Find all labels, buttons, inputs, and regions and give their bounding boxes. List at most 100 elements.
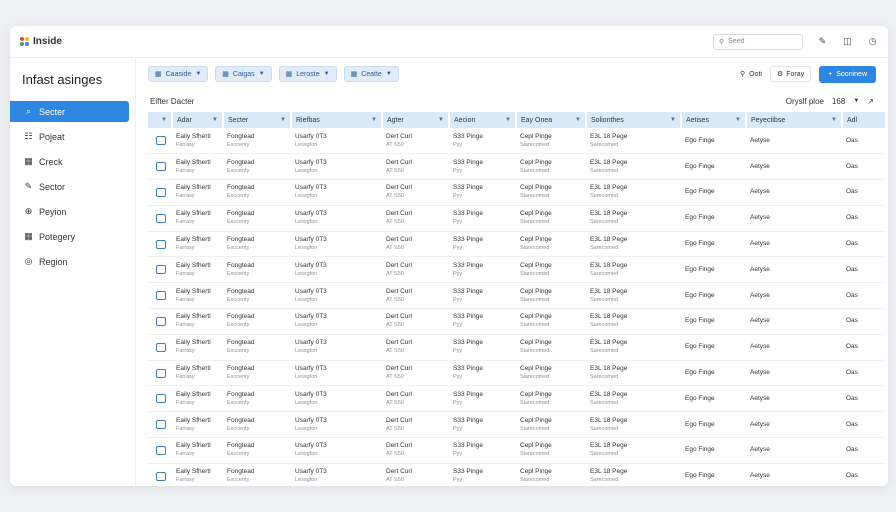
table-cell: Ego Finge [681,463,746,486]
column-header[interactable]: Adar ▼ [172,112,224,128]
row-checkbox[interactable] [156,471,166,481]
cell-value: Usarfy 0T3 [295,442,327,450]
cell-value: Usarfy 0T3 [295,313,327,321]
column-header[interactable]: Adl [842,112,887,128]
primary-button[interactable]: + Sooninew [819,65,876,83]
cell-subvalue: Lessgfon [295,167,318,174]
cell-subvalue: Sarecomed [590,451,619,458]
row-checkbox[interactable] [156,265,166,275]
table-cell: Usarfy 0T3 Lessgfon [291,411,382,439]
column-header[interactable]: Eay Onea ▼ [516,112,587,128]
sidebar-item-label: Pojeat [39,131,65,142]
filter-button-2[interactable]: ▦ Caigas ▼ [215,66,272,82]
display-option[interactable]: Oryslf ploe [786,97,824,106]
table-row[interactable]: Eaily Sfhertl Farrasy Fongtead Exccenty Usar… [148,153,886,181]
sidebar-item-peyion[interactable]: ⊕ Peyion [10,201,135,222]
chevron-down-icon[interactable]: ▼ [853,98,859,104]
gear-icon: ⚙ [776,71,784,78]
table-cell: S33 Pinge Pyy [449,205,516,232]
table-row[interactable]: Eaily Sfhertl Farrasy Fongtead Exccenty Usar… [148,463,886,486]
expand-icon[interactable]: ↗ [867,97,874,106]
table-row[interactable]: Eaily Sfhertl Farrasy Fongtead Exccenty Usar… [148,282,886,310]
row-checkbox[interactable] [156,187,166,197]
row-checkbox[interactable] [156,445,166,455]
filter-search-label: Ooti [749,70,762,78]
table-row[interactable]: Eaily Sfhertl Farrasy Fongtead Exccenty Usar… [148,385,886,413]
row-checkbox[interactable] [156,368,166,378]
search-input[interactable]: ⚲ Seed [713,33,803,50]
row-checkbox[interactable] [156,420,166,430]
table-row[interactable]: Eaily Sfhertl Farrasy Fongtead Exccenty Usar… [148,205,886,232]
select-all-header[interactable]: ▼ [148,112,173,128]
column-header[interactable]: Aetises ▼ [681,112,747,128]
sidebar-item-label: Region [39,256,68,267]
table-cell: Usarfy 0T3 Lessgfon [291,153,382,181]
column-header-label: Eay Onea [521,116,553,124]
filter-search-button[interactable]: ⚲ Ooti [740,70,762,79]
row-checkbox[interactable] [156,291,166,301]
table-cell: Dert Curl AT S50 [382,360,449,387]
sidebar-item-label: Creck [39,156,63,167]
table-cell: S33 Pinge Pyy [449,360,516,387]
table-subbar: Eifter Dacter Oryslf ploe 168 ▼ ↗ [136,90,888,112]
row-checkbox[interactable] [156,342,166,352]
table-row[interactable]: Eaily Sfhertl Farrasy Fongtead Exccenty Usar… [148,256,886,284]
column-header[interactable]: Aecion ▼ [449,112,517,128]
table-row[interactable]: Eaily Sfhertl Farrasy Fongtead Exccenty Usar… [148,308,886,335]
column-header[interactable]: Peyectibse ▼ [746,112,843,128]
row-checkbox[interactable] [156,394,166,404]
filter-label: Caigas [232,70,255,78]
table-cell: Ego Finge [681,411,746,439]
cell-value: Aetyse [750,265,770,273]
column-header[interactable]: Riefbas ▼ [291,112,383,128]
table-cell: Aetyse [746,205,842,232]
sidebar-item-sector[interactable]: ✎ Sector [10,176,135,197]
filter-button-1[interactable]: ▦ Caaside ▼ [148,66,209,82]
column-header[interactable]: Secter ▼ [223,112,292,128]
row-checkbox[interactable] [156,136,166,146]
table-row[interactable]: Eaily Sfhertl Farrasy Fongtead Exccenty Usar… [148,360,886,387]
table-cell: Ego Finge [681,179,746,206]
row-count[interactable]: 168 [832,97,845,106]
table-cell: Fongtead Exccenty [223,385,291,413]
cell-subvalue: Pyy [453,141,463,148]
filter-button-3[interactable]: ▦ Leroste ▼ [278,66,337,82]
clock-icon[interactable]: ◷ [867,36,878,47]
cell-subvalue: Siarecomed [520,270,550,277]
row-checkbox[interactable] [156,213,166,223]
sidebar-item-creck[interactable]: ▦ Creck [10,151,135,172]
trash-icon[interactable]: ◫ [842,36,853,47]
row-checkbox-cell [148,463,172,486]
sidebar-item-potegery[interactable]: ▦ Potegery [10,226,135,247]
cell-subvalue: Exccenty [227,322,250,329]
column-header[interactable]: Agter ▼ [382,112,450,128]
table-row[interactable]: Eaily Sfhertl Farrasy Fongtead Exccenty Usar… [148,128,886,155]
sidebar-item-pojeat[interactable]: ☷ Pojeat [10,126,135,147]
table-cell: Dert Curl AT S50 [382,282,449,310]
row-checkbox[interactable] [156,162,166,172]
cell-value: Fongtead [227,236,255,244]
settings-button[interactable]: ⚙ Foray [769,66,812,82]
table-row[interactable]: Eaily Sfhertl Farrasy Fongtead Exccenty Usar… [148,411,886,439]
row-checkbox[interactable] [156,316,166,326]
filter-button-4[interactable]: ▦ Ceatte ▼ [343,66,399,82]
cell-subvalue: Sarecomed [590,270,619,277]
sidebar-item-secter[interactable]: ⌕ Secter [10,101,129,122]
table-row[interactable]: Eaily Sfhertl Farrasy Fongtead Exccenty Usar… [148,179,886,206]
cell-subvalue: Siarecomed [520,296,550,303]
search-placeholder: Seed [728,38,745,45]
table-row[interactable]: Eaily Sfhertl Farrasy Fongtead Exccenty Usar… [148,437,886,464]
cell-value: Fongtead [227,313,255,321]
cell-value: Eaily Sfhertl [176,132,211,140]
row-checkbox[interactable] [156,239,166,249]
sidebar-item-region[interactable]: ◎ Region [10,251,135,272]
edit-icon[interactable]: ✎ [817,36,828,47]
table-row[interactable]: Eaily Sfhertl Farrasy Fongtead Exccenty Usar… [148,334,886,361]
cell-value: Dert Curl [386,442,413,450]
column-header[interactable]: Solionthes ▼ [586,112,682,128]
cell-value: E3L 18 Pege [590,158,628,166]
cell-value: S33 Pinge [453,313,483,321]
edit-icon: ✎ [24,181,33,191]
table-row[interactable]: Eaily Sfhertl Farrasy Fongtead Exccenty Usar… [148,231,886,258]
cell-value: Aetyse [750,291,770,299]
